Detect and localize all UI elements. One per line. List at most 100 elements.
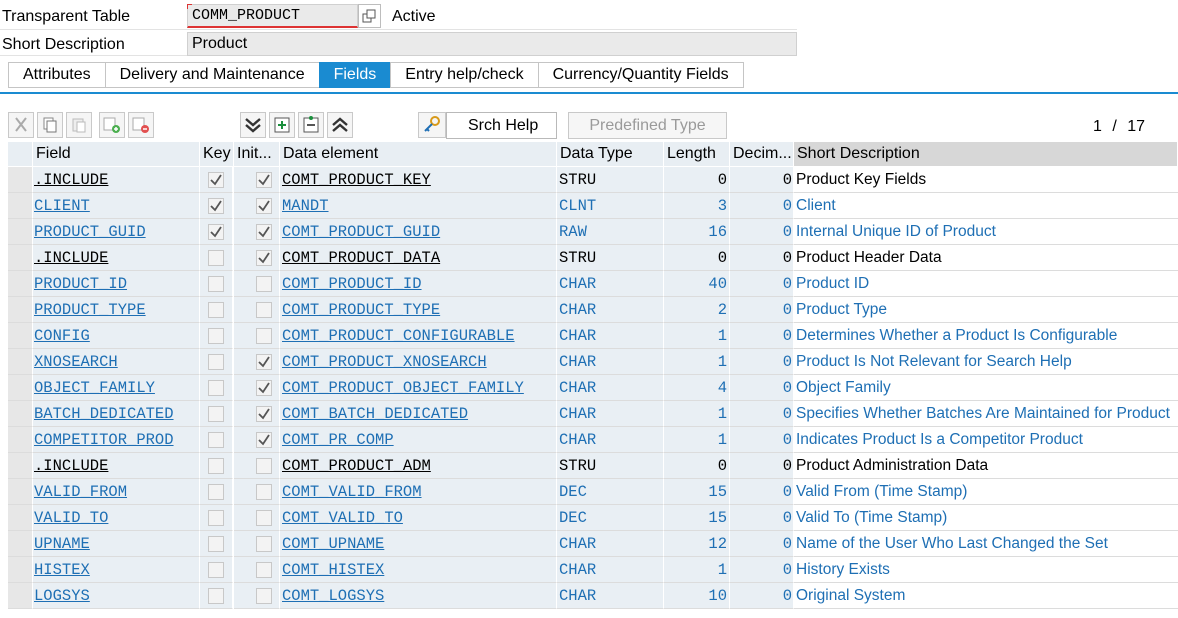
initial-values-checkbox[interactable]: [256, 302, 272, 318]
initial-values-checkbox[interactable]: [256, 172, 272, 188]
key-checkbox[interactable]: [208, 328, 224, 344]
data-element-cell-text[interactable]: COMT_PRODUCT_CONFIGURABLE: [282, 327, 515, 345]
key-checkbox[interactable]: [208, 484, 224, 500]
data-element-cell-text[interactable]: COMT_VALID_FROM: [282, 483, 422, 501]
field-cell-text[interactable]: LOGSYS: [34, 587, 90, 605]
field-cell-text[interactable]: .INCLUDE: [34, 249, 108, 267]
srch-help-button[interactable]: Srch Help: [446, 112, 557, 139]
key-checkbox[interactable]: [208, 536, 224, 552]
data-element-cell-text[interactable]: COMT_UPNAME: [282, 535, 384, 553]
table-row[interactable]: CLIENT MANDT CLNT 3 0 Client: [8, 193, 1178, 219]
table-row[interactable]: .INCLUDE COMT_PRODUCT_DATA STRU 0 0 Product H…: [8, 245, 1178, 271]
key-checkbox[interactable]: [208, 250, 224, 266]
field-cell-text[interactable]: VALID_FROM: [34, 483, 127, 501]
field-cell-text[interactable]: PRODUCT_TYPE: [34, 301, 146, 319]
search-help-key-button[interactable]: [418, 112, 446, 138]
row-selector[interactable]: [8, 531, 33, 557]
short-desc-field[interactable]: Product: [187, 32, 797, 56]
row-selector[interactable]: [8, 349, 33, 375]
col-header-initial[interactable]: Init...: [234, 142, 280, 166]
table-row[interactable]: PRODUCT_ID COMT_PRODUCT_ID CHAR 40 0 Product …: [8, 271, 1178, 297]
col-header-short-description[interactable]: Short Description: [794, 142, 1178, 166]
row-selector[interactable]: [8, 557, 33, 583]
row-selector[interactable]: [8, 245, 33, 271]
field-cell[interactable]: HISTEX: [33, 557, 200, 583]
field-cell-text[interactable]: CONFIG: [34, 327, 90, 345]
initial-values-checkbox[interactable]: [256, 458, 272, 474]
field-cell-text[interactable]: OBJECT_FAMILY: [34, 379, 155, 397]
initial-values-checkbox[interactable]: [256, 250, 272, 266]
data-element-cell-text[interactable]: COMT_PRODUCT_DATA: [282, 249, 440, 267]
data-element-cell[interactable]: COMT_PRODUCT_OBJECT_FAMILY: [280, 375, 557, 401]
table-row[interactable]: XNOSEARCH COMT_PRODUCT_XNOSEARCH CHAR 1 0 Pro…: [8, 349, 1178, 375]
data-element-cell[interactable]: COMT_PRODUCT_GUID: [280, 219, 557, 245]
col-header-length[interactable]: Length: [664, 142, 730, 166]
field-cell[interactable]: .INCLUDE: [33, 167, 200, 193]
key-checkbox[interactable]: [208, 588, 224, 604]
col-header-decimals[interactable]: Decim...: [730, 142, 794, 166]
field-cell[interactable]: .INCLUDE: [33, 245, 200, 271]
field-cell-text[interactable]: UPNAME: [34, 535, 90, 553]
field-cell[interactable]: BATCH_DEDICATED: [33, 401, 200, 427]
data-element-cell-text[interactable]: COMT_PRODUCT_GUID: [282, 223, 440, 241]
paste-button[interactable]: [66, 112, 92, 138]
field-cell[interactable]: .INCLUDE: [33, 453, 200, 479]
data-element-cell[interactable]: COMT_PRODUCT_TYPE: [280, 297, 557, 323]
initial-values-checkbox[interactable]: [256, 432, 272, 448]
col-header-data-element[interactable]: Data element: [280, 142, 557, 166]
data-element-cell[interactable]: COMT_PRODUCT_CONFIGURABLE: [280, 323, 557, 349]
expand-all-button[interactable]: [240, 112, 266, 138]
data-element-cell-text[interactable]: COMT_PRODUCT_KEY: [282, 171, 431, 189]
table-row[interactable]: BATCH_DEDICATED COMT_BATCH_DEDICATED CHAR 1…: [8, 401, 1178, 427]
data-element-cell[interactable]: COMT_VALID_FROM: [280, 479, 557, 505]
table-row[interactable]: .INCLUDE COMT_PRODUCT_KEY STRU 0 0 Product Ke…: [8, 167, 1178, 193]
initial-values-checkbox[interactable]: [256, 328, 272, 344]
row-selector[interactable]: [8, 453, 33, 479]
table-row[interactable]: UPNAME COMT_UPNAME CHAR 12 0 Name of the User…: [8, 531, 1178, 557]
initial-values-checkbox[interactable]: [256, 380, 272, 396]
row-selector[interactable]: [8, 401, 33, 427]
collapse-all-button[interactable]: [327, 112, 353, 138]
field-cell[interactable]: XNOSEARCH: [33, 349, 200, 375]
table-name-field[interactable]: COMM_PRODUCT: [187, 4, 358, 28]
data-element-cell-text[interactable]: COMT_HISTEX: [282, 561, 384, 579]
data-element-cell[interactable]: COMT_LOGSYS: [280, 583, 557, 609]
predefined-type-button[interactable]: Predefined Type: [568, 112, 727, 139]
col-header-key[interactable]: Key: [200, 142, 234, 166]
data-element-cell-text[interactable]: COMT_VALID_TO: [282, 509, 403, 527]
table-row[interactable]: VALID_TO COMT_VALID_TO DEC 15 0 Valid To (Tim…: [8, 505, 1178, 531]
field-cell-text[interactable]: XNOSEARCH: [34, 353, 118, 371]
initial-values-checkbox[interactable]: [256, 588, 272, 604]
data-element-cell[interactable]: COMT_PRODUCT_ID: [280, 271, 557, 297]
data-element-cell[interactable]: COMT_HISTEX: [280, 557, 557, 583]
tab-delivery-maintenance[interactable]: Delivery and Maintenance: [104, 62, 319, 88]
field-cell[interactable]: CLIENT: [33, 193, 200, 219]
data-element-cell[interactable]: MANDT: [280, 193, 557, 219]
initial-values-checkbox[interactable]: [256, 354, 272, 370]
copy-object-button[interactable]: [358, 4, 381, 28]
data-element-cell-text[interactable]: MANDT: [282, 197, 329, 215]
field-cell[interactable]: LOGSYS: [33, 583, 200, 609]
field-cell[interactable]: VALID_TO: [33, 505, 200, 531]
data-element-cell-text[interactable]: COMT_PRODUCT_ADM: [282, 457, 431, 475]
row-selector[interactable]: [8, 427, 33, 453]
key-checkbox[interactable]: [208, 198, 224, 214]
data-element-cell-text[interactable]: COMT_PR_COMP: [282, 431, 394, 449]
data-element-cell[interactable]: COMT_PRODUCT_DATA: [280, 245, 557, 271]
table-row[interactable]: .INCLUDE COMT_PRODUCT_ADM STRU 0 0 Product Ad…: [8, 453, 1178, 479]
col-header-field[interactable]: Field: [33, 142, 200, 166]
delete-row-button[interactable]: [128, 112, 154, 138]
data-element-cell[interactable]: COMT_VALID_TO: [280, 505, 557, 531]
tab-attributes[interactable]: Attributes: [8, 62, 105, 88]
insert-include-button[interactable]: [269, 112, 295, 138]
data-element-cell-text[interactable]: COMT_PRODUCT_TYPE: [282, 301, 440, 319]
initial-values-checkbox[interactable]: [256, 562, 272, 578]
field-cell[interactable]: CONFIG: [33, 323, 200, 349]
row-selector[interactable]: [8, 167, 33, 193]
field-cell[interactable]: COMPETITOR_PROD: [33, 427, 200, 453]
field-cell[interactable]: VALID_FROM: [33, 479, 200, 505]
field-cell-text[interactable]: PRODUCT_ID: [34, 275, 127, 293]
data-element-cell-text[interactable]: COMT_PRODUCT_OBJECT_FAMILY: [282, 379, 524, 397]
initial-values-checkbox[interactable]: [256, 484, 272, 500]
field-cell[interactable]: UPNAME: [33, 531, 200, 557]
